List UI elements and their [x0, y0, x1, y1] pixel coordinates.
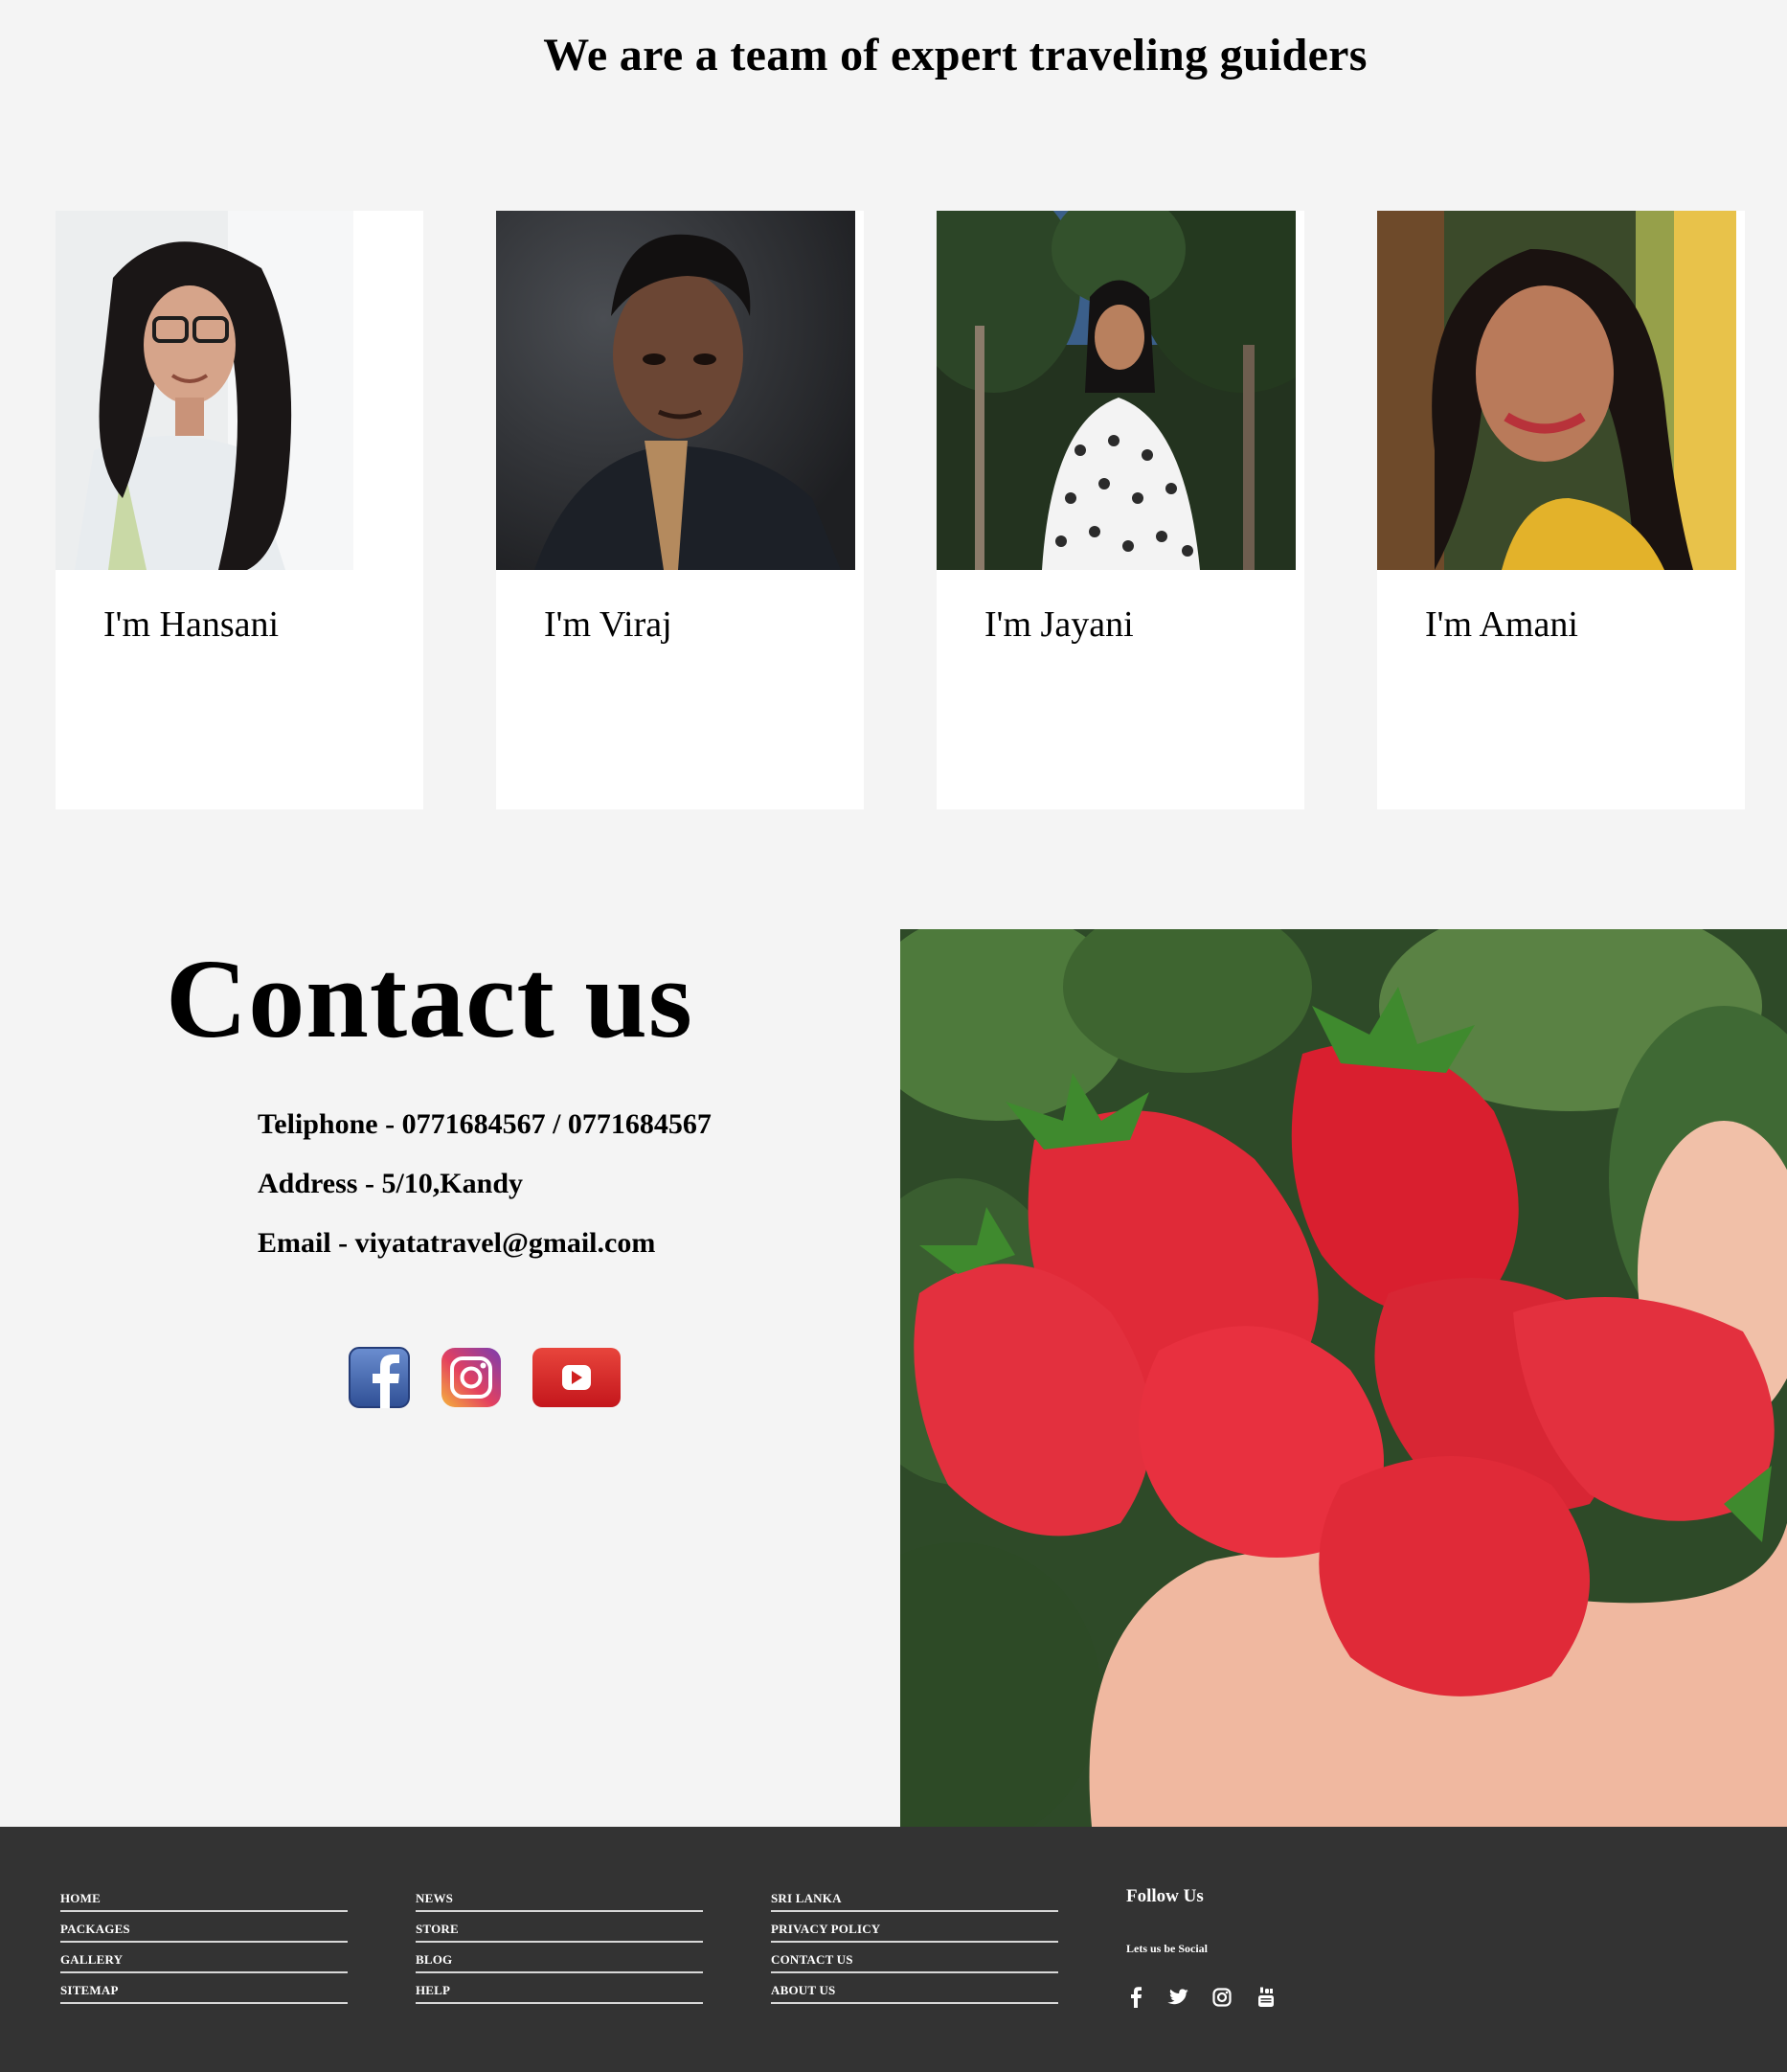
footer-link-packages[interactable]: PACKAGES — [60, 1920, 348, 1950]
member-photo-amani — [1377, 211, 1736, 570]
youtube-icon[interactable] — [532, 1347, 622, 1413]
footer-link-home[interactable]: HOME — [60, 1889, 348, 1920]
footer-link-contact-us[interactable]: CONTACT US — [771, 1950, 1058, 1981]
team-card-jayani: I'm Jayani — [937, 211, 1304, 809]
contact-address: Address - 5/10,Kandy — [258, 1168, 524, 1199]
footer-link-news[interactable]: NEWS — [416, 1889, 703, 1920]
footer-link-about-us[interactable]: ABOUT US — [771, 1981, 1058, 2012]
footer-link-store[interactable]: STORE — [416, 1920, 703, 1950]
facebook-icon[interactable] — [349, 1347, 410, 1413]
footer-link-sri-lanka[interactable]: SRI LANKA — [771, 1889, 1058, 1920]
facebook-icon[interactable] — [1122, 1984, 1149, 2011]
footer-link-blog[interactable]: BLOG — [416, 1950, 703, 1981]
follow-us-subtitle: Lets us be Social — [1126, 1942, 1209, 1955]
contact-email[interactable]: Email - viyatatravel@gmail.com — [258, 1227, 655, 1260]
instagram-icon[interactable] — [1209, 1984, 1235, 2011]
footer-link-sitemap[interactable]: SITEMAP — [60, 1981, 348, 2012]
instagram-icon[interactable] — [441, 1347, 502, 1413]
member-name: I'm Jayani — [984, 604, 1134, 645]
footer-column-1: HOME PACKAGES GALLERY SITEMAP — [60, 1889, 348, 2012]
footer-link-privacy-policy[interactable]: PRIVACY POLICY — [771, 1920, 1058, 1950]
contact-title: Contact us — [166, 936, 693, 1061]
member-name: I'm Amani — [1425, 604, 1578, 645]
follow-us-title: Follow Us — [1126, 1886, 1204, 1906]
footer-column-3: SRI LANKA PRIVACY POLICY CONTACT US ABOU… — [771, 1889, 1058, 2012]
strawberries-image — [900, 929, 1787, 1827]
contact-telephone: Teliphone - 0771684567 / 0771684567 — [258, 1108, 712, 1140]
site-footer: HOME PACKAGES GALLERY SITEMAP NEWS STORE… — [0, 1827, 1787, 2072]
footer-link-gallery[interactable]: GALLERY — [60, 1950, 348, 1981]
member-photo-jayani — [937, 211, 1296, 570]
youtube-icon[interactable] — [1253, 1984, 1279, 2011]
footer-column-2: NEWS STORE BLOG HELP — [416, 1889, 703, 2012]
team-card-amani: I'm Amani — [1377, 211, 1745, 809]
footer-link-help[interactable]: HELP — [416, 1981, 703, 2012]
twitter-icon[interactable] — [1165, 1984, 1191, 2011]
contact-section: Contact us Teliphone - 0771684567 / 0771… — [0, 0, 900, 1827]
